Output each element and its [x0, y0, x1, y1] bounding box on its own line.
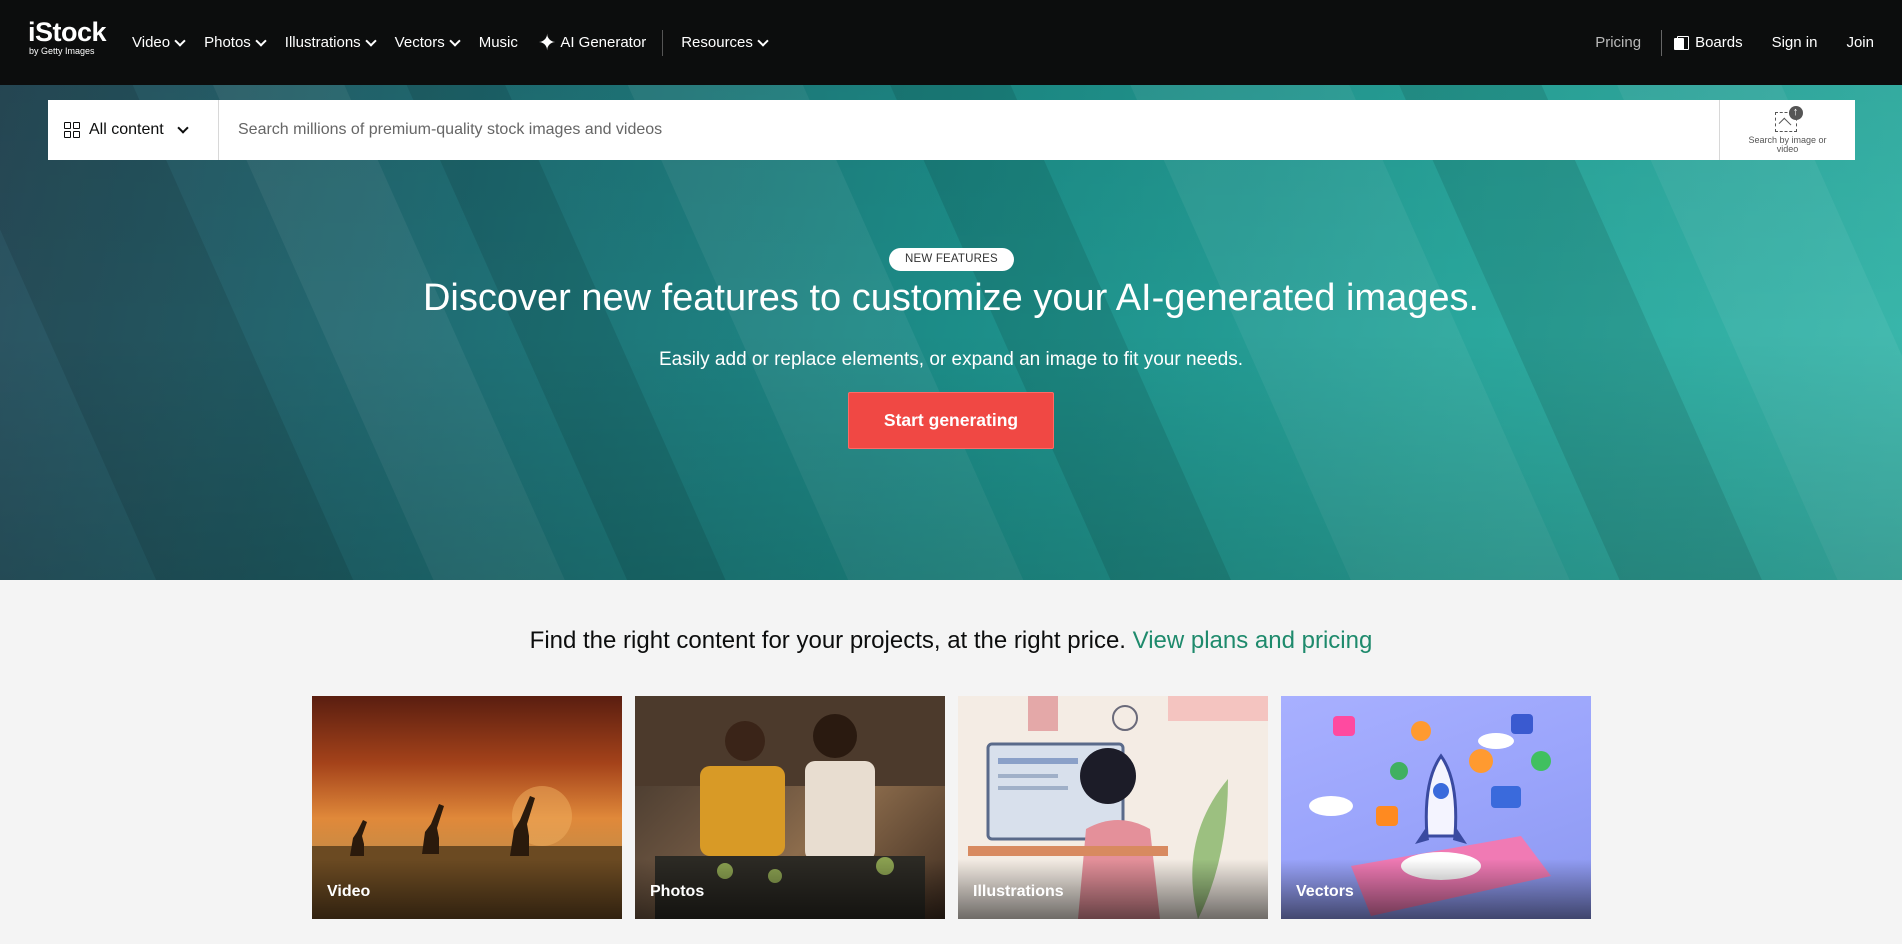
istock-logo[interactable]: iStock by Getty Images — [28, 17, 107, 56]
grid-icon — [64, 122, 80, 138]
hero-title: Discover new features to customize your … — [422, 277, 1480, 319]
nav-illustrations-label: Illustrations — [284, 34, 361, 51]
nav-resources-label: Resources — [681, 34, 753, 51]
account-nav: Pricing Boards Sign in Join — [1595, 0, 1874, 85]
join-link[interactable]: Join — [1846, 34, 1874, 51]
hero-subtitle: Easily add or replace elements, or expan… — [658, 349, 1244, 370]
search-by-image-label: Search by image or video — [1748, 135, 1827, 154]
boards-icon — [1674, 35, 1690, 50]
search-by-image-button[interactable]: ↑ Search by image or video — [1719, 100, 1855, 160]
top-nav: iStock by Getty Images Video Photos Illu… — [0, 0, 1902, 85]
chevron-down-icon — [449, 34, 461, 47]
nav-photos-label: Photos — [204, 34, 251, 51]
nav-video[interactable]: Video — [132, 34, 186, 51]
card-illustrations-label: Illustrations — [973, 883, 1064, 900]
nav-ai-generator[interactable]: ✦ AI Generator — [537, 29, 647, 55]
chevron-down-icon — [255, 34, 267, 47]
nav-vectors[interactable]: Vectors — [394, 34, 461, 51]
nav-ai-generator-label: AI Generator — [560, 34, 647, 51]
nav-boards-label: Boards — [1695, 34, 1743, 51]
content-type-label: All content — [89, 121, 164, 138]
pricing-tagline: Find the right content for your projects… — [0, 625, 1902, 657]
nav-pricing[interactable]: Pricing — [1595, 34, 1641, 51]
content-type-select[interactable]: All content — [48, 100, 219, 160]
chevron-down-icon — [174, 34, 186, 47]
card-vectors-label: Vectors — [1296, 883, 1354, 900]
card-photos-label: Photos — [650, 883, 705, 900]
nav-music[interactable]: Music — [479, 34, 518, 51]
nav-illustrations[interactable]: Illustrations — [284, 34, 377, 51]
primary-nav: Video Photos Illustrations Vectors Music… — [132, 0, 787, 85]
nav-divider — [1661, 29, 1663, 56]
search-input[interactable] — [219, 100, 1719, 160]
logo-wordmark: iStock — [28, 17, 107, 47]
nav-photos[interactable]: Photos — [204, 34, 267, 51]
view-plans-link[interactable]: View plans and pricing — [1133, 627, 1373, 654]
nav-divider — [662, 29, 664, 56]
content-type-cards: Video Photos Illustrations Vectors — [312, 696, 1591, 919]
search-bar: All content ↑ Search by image or video — [48, 100, 1855, 160]
nav-music-label: Music — [478, 34, 518, 51]
sign-in-link[interactable]: Sign in — [1772, 34, 1818, 51]
sparkle-icon: ✦ — [537, 29, 557, 55]
nav-boards[interactable]: Boards — [1674, 34, 1743, 51]
chevron-down-icon — [177, 122, 189, 134]
image-upload-icon: ↑ — [1773, 106, 1803, 134]
card-vectors[interactable]: Vectors — [1281, 696, 1591, 919]
nav-resources[interactable]: Resources — [681, 34, 769, 51]
card-photos[interactable]: Photos — [635, 696, 945, 919]
tagline-text: Find the right content for your projects… — [529, 627, 1126, 654]
nav-vectors-label: Vectors — [394, 34, 445, 51]
new-features-badge: NEW FEATURES — [889, 248, 1014, 271]
logo-tagline: by Getty Images — [29, 46, 95, 56]
card-video[interactable]: Video — [312, 696, 622, 919]
nav-video-label: Video — [132, 34, 171, 51]
chevron-down-icon — [365, 34, 377, 47]
start-generating-button[interactable]: Start generating — [848, 392, 1054, 449]
card-illustrations[interactable]: Illustrations — [958, 696, 1268, 919]
card-video-label: Video — [327, 883, 371, 900]
chevron-down-icon — [757, 34, 769, 47]
